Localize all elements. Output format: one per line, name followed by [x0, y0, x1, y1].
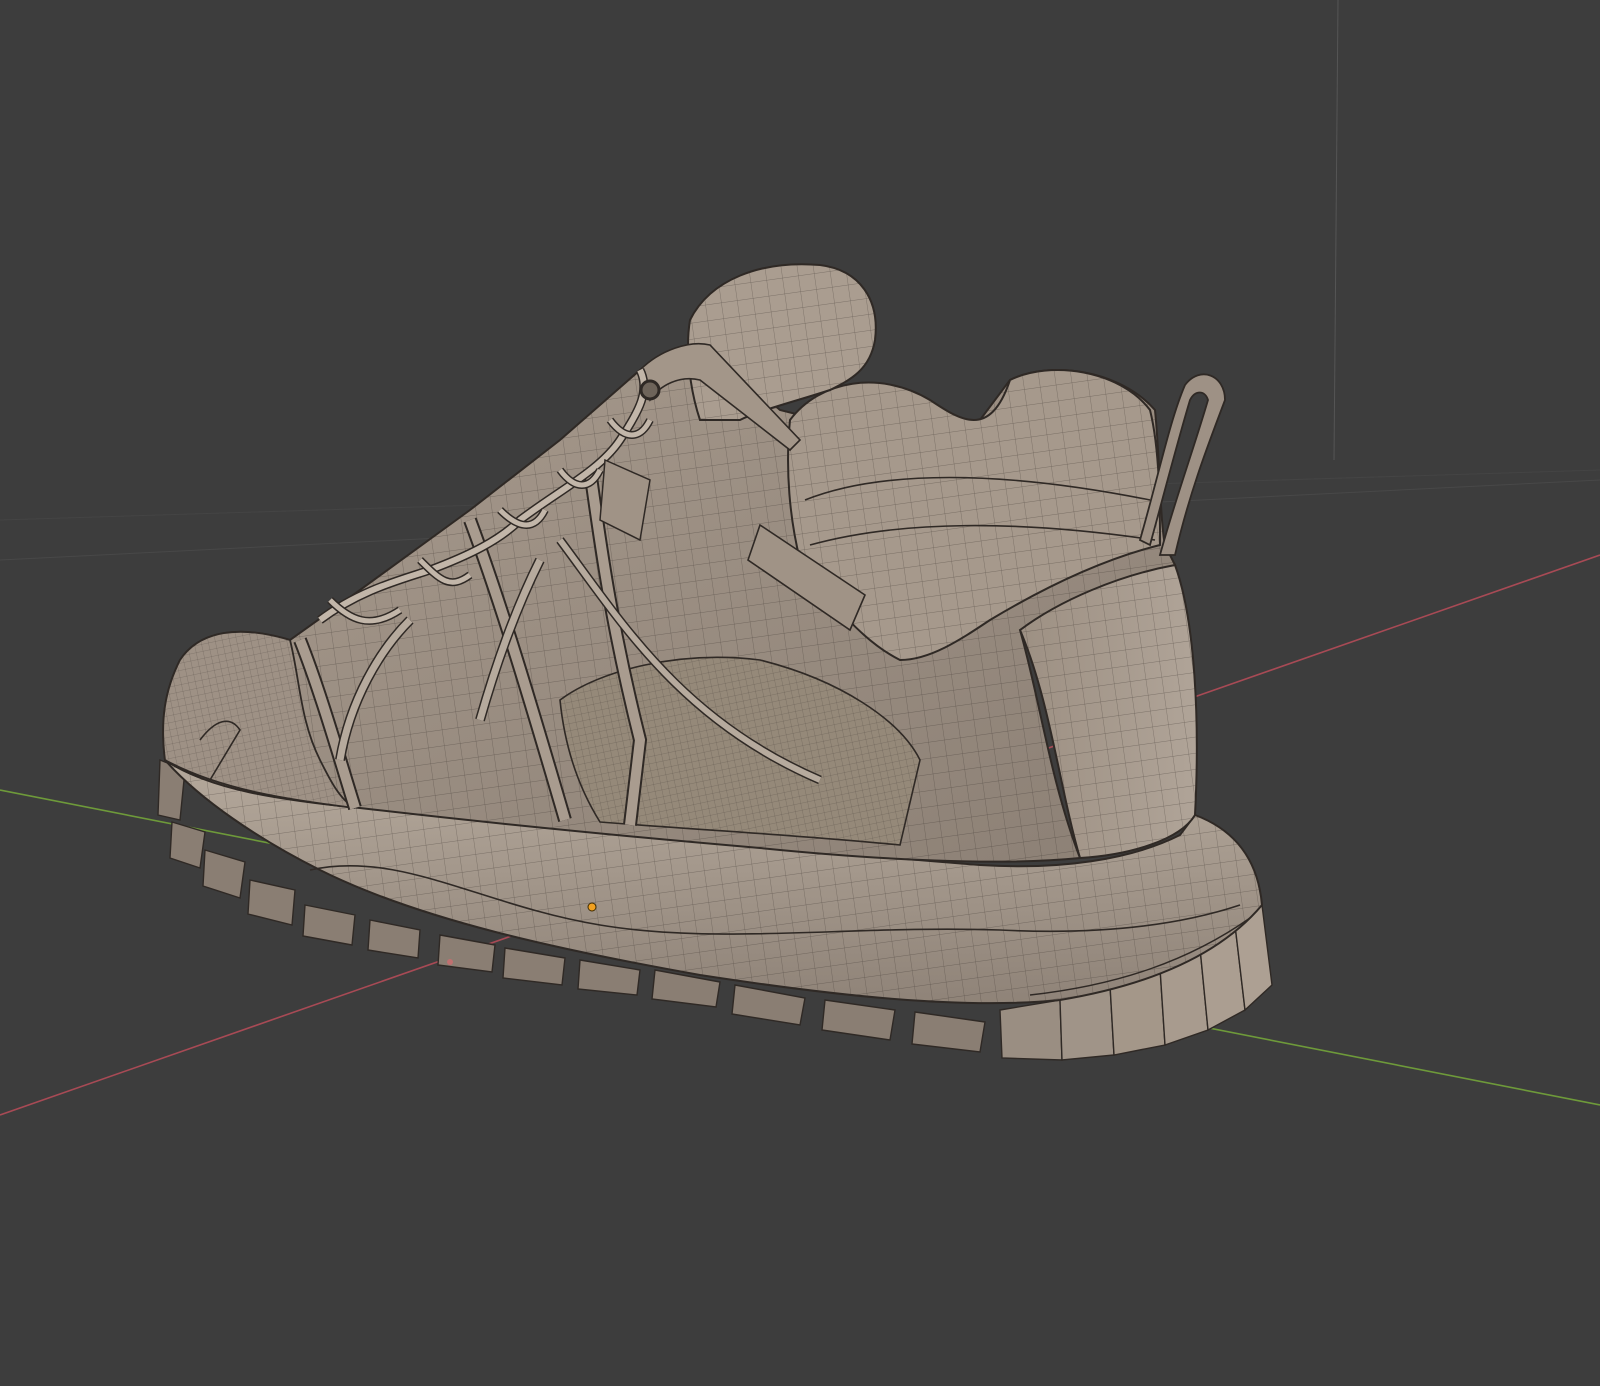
sneaker-mesh[interactable] — [157, 263, 1273, 1061]
z-axis-line — [1333, 0, 1339, 461]
viewport-canvas[interactable] — [0, 0, 1600, 1386]
pivot-marker — [447, 959, 453, 965]
object-origin-point[interactable] — [587, 902, 597, 912]
3d-viewport[interactable] — [0, 0, 1600, 1386]
